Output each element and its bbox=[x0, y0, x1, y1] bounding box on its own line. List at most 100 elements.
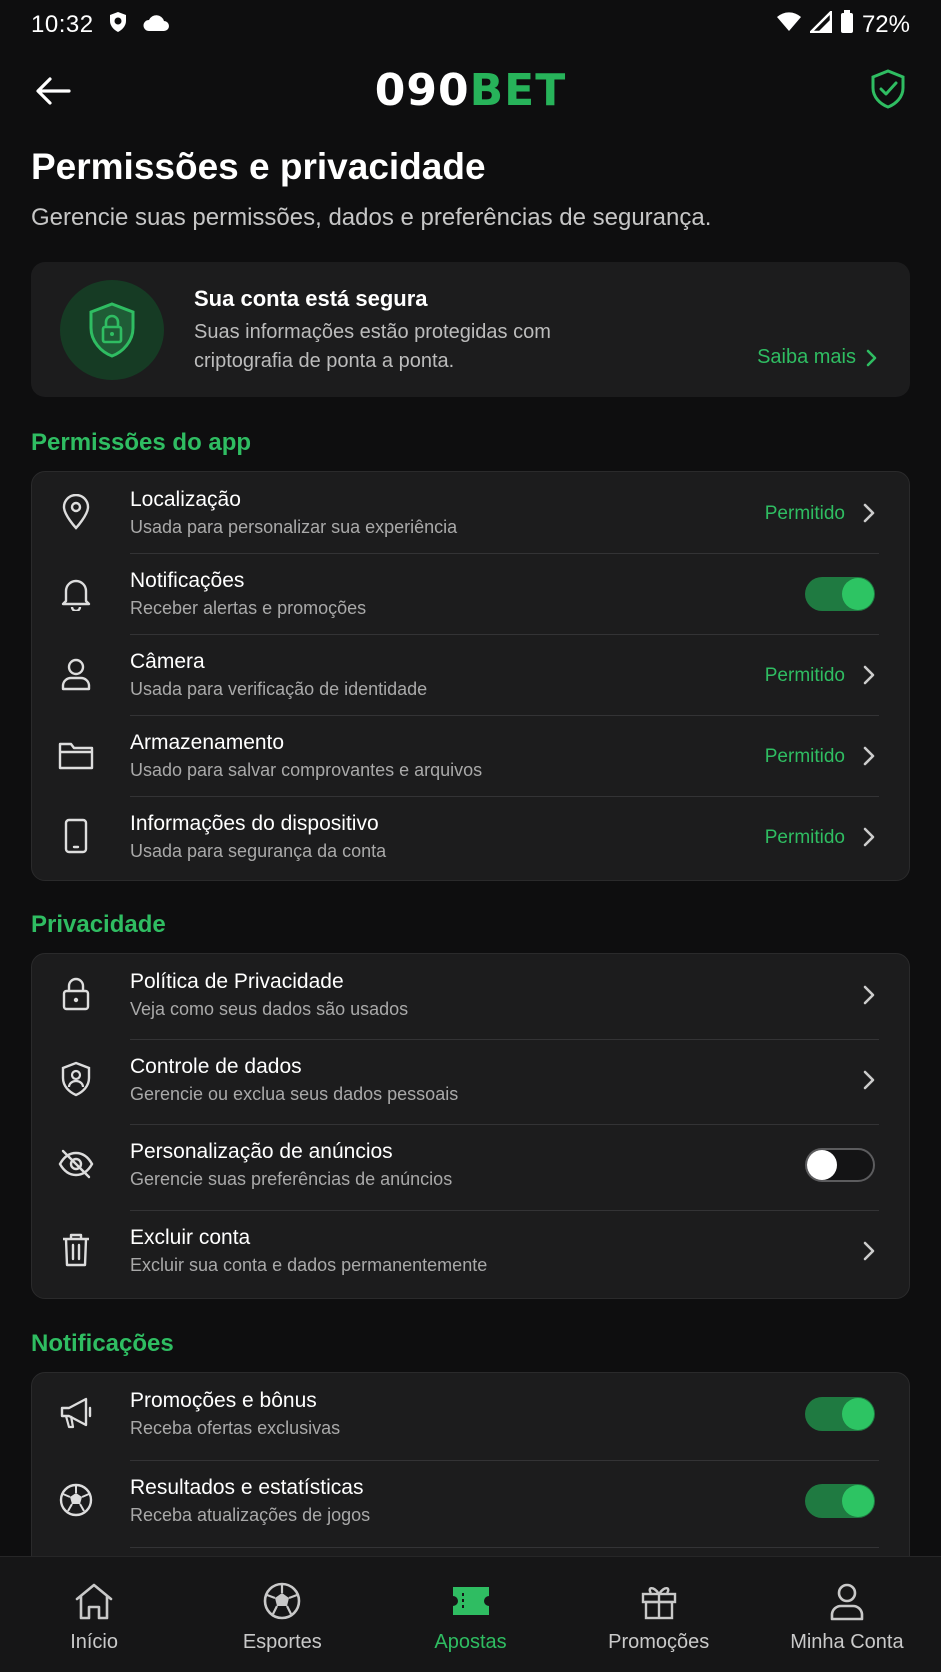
privacy-row-data-control[interactable]: Controle de dados Gerencie ou exclua seu… bbox=[32, 1039, 909, 1124]
nav-item-home[interactable]: Início bbox=[0, 1557, 188, 1672]
row-subtitle: Gerencie suas preferências de anúncios bbox=[130, 1169, 453, 1189]
battery-icon bbox=[840, 9, 854, 41]
row-subtitle: Receba ofertas exclusivas bbox=[130, 1418, 341, 1438]
lock-icon bbox=[56, 974, 96, 1014]
notifications-card: Promoções e bônus Receba ofertas exclusi… bbox=[31, 1372, 910, 1572]
secure-title: Sua conta está segura bbox=[194, 286, 428, 311]
security-shield-button[interactable] bbox=[865, 66, 911, 112]
privacy-card: Política de Privacidade Veja como seus d… bbox=[31, 953, 910, 1299]
results-toggle[interactable] bbox=[805, 1484, 875, 1518]
chevron-right-icon bbox=[866, 349, 877, 366]
section-title-privacy: Privacidade bbox=[31, 911, 166, 938]
notifications-toggle[interactable] bbox=[805, 577, 875, 611]
permission-row-notifications: Notificações Receber alertas e promoções bbox=[32, 553, 909, 634]
notification-row-results: Resultados e estatísticas Receba atualiz… bbox=[32, 1460, 909, 1547]
chevron-right-icon bbox=[859, 501, 879, 525]
toggle-knob bbox=[842, 1398, 874, 1430]
nav-item-account[interactable]: Minha Conta bbox=[753, 1557, 941, 1672]
row-subtitle: Receba atualizações de jogos bbox=[130, 1505, 371, 1525]
nav-label: Apostas bbox=[434, 1631, 507, 1653]
signal-icon bbox=[807, 8, 833, 40]
row-subtitle: Excluir sua conta e dados permanentement… bbox=[130, 1255, 488, 1275]
user-icon bbox=[56, 654, 96, 694]
nav-label: Promoções bbox=[608, 1631, 710, 1653]
secure-icon-wrap bbox=[60, 280, 164, 380]
permission-row-camera[interactable]: Câmera Usada para verificação de identid… bbox=[32, 634, 909, 715]
row-label: Notificações bbox=[130, 569, 245, 592]
toggle-knob bbox=[842, 1485, 874, 1517]
permission-status: Permitido bbox=[764, 746, 845, 767]
ads-personalization-toggle[interactable] bbox=[805, 1148, 875, 1182]
row-label: Promoções e bônus bbox=[130, 1389, 317, 1412]
promotions-toggle[interactable] bbox=[805, 1397, 875, 1431]
row-subtitle: Veja como seus dados são usados bbox=[130, 999, 409, 1019]
status-bar: 10:32 72% bbox=[0, 0, 941, 50]
row-label: Resultados e estatísticas bbox=[130, 1476, 364, 1499]
permission-row-storage[interactable]: Armazenamento Usado para salvar comprova… bbox=[32, 715, 909, 796]
bell-icon bbox=[56, 573, 96, 613]
row-label: Informações do dispositivo bbox=[130, 812, 379, 835]
app-header: 090 BET bbox=[0, 52, 941, 128]
location-pin-icon bbox=[56, 492, 96, 532]
toggle-knob bbox=[807, 1150, 837, 1180]
nav-item-promotions[interactable]: Promoções bbox=[565, 1557, 753, 1672]
nav-label: Minha Conta bbox=[790, 1631, 904, 1653]
shield-lock-icon bbox=[89, 302, 135, 358]
row-label: Excluir conta bbox=[130, 1226, 251, 1249]
row-subtitle: Receber alertas e promoções bbox=[130, 598, 367, 618]
soccer-ball-icon bbox=[56, 1480, 96, 1520]
permission-row-location[interactable]: Localização Usada para personalizar sua … bbox=[32, 472, 909, 553]
chevron-right-icon bbox=[859, 983, 879, 1007]
toggle-knob bbox=[842, 578, 874, 610]
page-subtitle: Gerencie suas permissões, dados e prefer… bbox=[31, 204, 712, 231]
chevron-right-icon bbox=[859, 744, 879, 768]
permission-status: Permitido bbox=[764, 503, 845, 524]
soccer-ball-icon bbox=[260, 1579, 304, 1623]
arrow-left-icon bbox=[36, 77, 71, 105]
smartphone-icon bbox=[56, 816, 96, 856]
bottom-nav: Início Esportes Apostas Promoções Minha … bbox=[0, 1556, 941, 1672]
logo: 090 BET bbox=[375, 65, 566, 116]
row-label: Personalização de anúncios bbox=[130, 1140, 393, 1163]
privacy-row-ads: Personalização de anúncios Gerencie suas… bbox=[32, 1124, 909, 1210]
row-subtitle: Usada para segurança da conta bbox=[130, 841, 387, 861]
chevron-right-icon bbox=[859, 1068, 879, 1092]
notification-row-promotions: Promoções e bônus Receba ofertas exclusi… bbox=[32, 1373, 909, 1460]
trash-icon bbox=[56, 1230, 96, 1270]
row-label: Câmera bbox=[130, 650, 205, 673]
shield-user-icon bbox=[56, 1059, 96, 1099]
learn-more-link[interactable]: Saiba mais bbox=[757, 346, 878, 369]
nav-item-bets[interactable]: Apostas bbox=[376, 1557, 564, 1672]
chevron-right-icon bbox=[859, 663, 879, 687]
privacy-row-delete-account[interactable]: Excluir conta Excluir sua conta e dados … bbox=[32, 1210, 909, 1296]
nav-item-sports[interactable]: Esportes bbox=[188, 1557, 376, 1672]
shield-status-icon bbox=[108, 11, 128, 40]
user-icon bbox=[825, 1579, 869, 1623]
permission-status: Permitido bbox=[764, 665, 845, 686]
battery-percent: 72% bbox=[861, 11, 910, 38]
row-label: Localização bbox=[130, 488, 241, 511]
gift-icon bbox=[637, 1579, 681, 1623]
section-title-app-permissions: Permissões do app bbox=[31, 429, 252, 456]
row-subtitle: Usada para personalizar sua experiência bbox=[130, 517, 458, 537]
eye-off-icon bbox=[56, 1144, 96, 1184]
page-title: Permissões e privacidade bbox=[31, 146, 486, 187]
cloud-icon bbox=[142, 11, 170, 39]
nav-label: Esportes bbox=[242, 1631, 322, 1653]
status-time: 10:32 bbox=[31, 11, 94, 38]
logo-part1: 090 bbox=[374, 64, 470, 116]
privacy-row-policy[interactable]: Política de Privacidade Veja como seus d… bbox=[32, 954, 909, 1039]
ticket-icon bbox=[449, 1579, 493, 1623]
row-label: Política de Privacidade bbox=[130, 970, 344, 993]
secure-text: Suas informações estão protegidas com cr… bbox=[194, 321, 551, 372]
row-label: Controle de dados bbox=[130, 1055, 302, 1078]
learn-more-label: Saiba mais bbox=[757, 346, 856, 368]
account-secure-card: Sua conta está segura Suas informações e… bbox=[31, 262, 910, 397]
permission-status: Permitido bbox=[764, 827, 845, 848]
row-subtitle: Usada para verificação de identidade bbox=[130, 679, 428, 699]
back-button[interactable] bbox=[30, 68, 76, 114]
megaphone-icon bbox=[56, 1393, 96, 1433]
permission-row-device-info[interactable]: Informações do dispositivo Usada para se… bbox=[32, 796, 909, 877]
home-icon bbox=[72, 1579, 116, 1623]
shield-check-icon bbox=[871, 69, 905, 109]
